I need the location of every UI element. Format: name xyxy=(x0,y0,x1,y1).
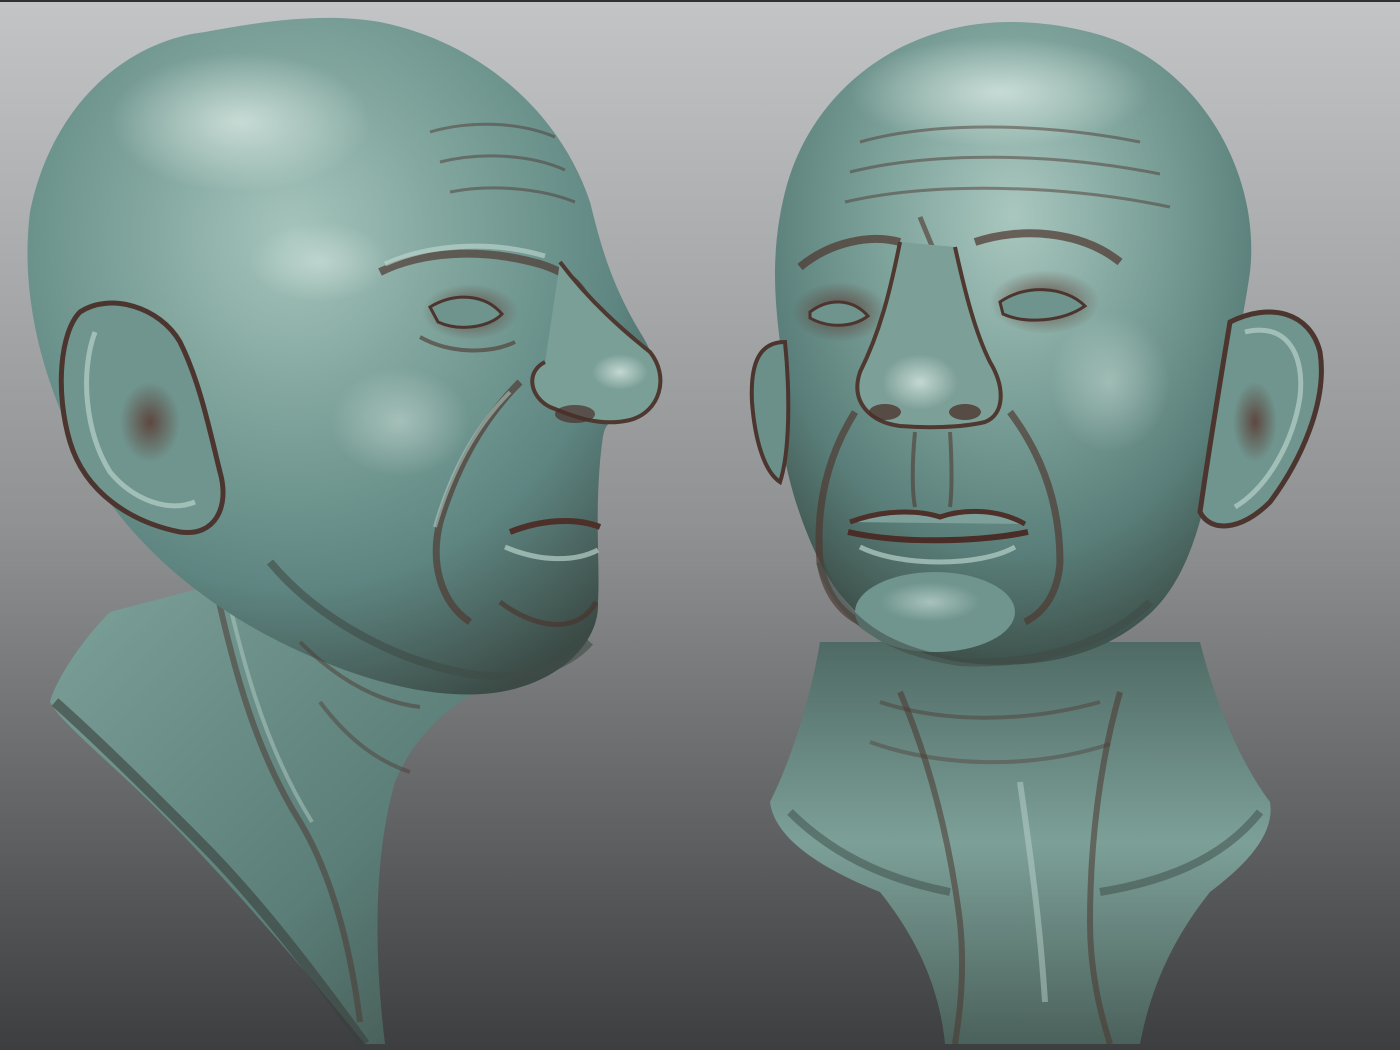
nostril xyxy=(555,405,595,423)
temple-highlight xyxy=(250,222,390,302)
nostril-left xyxy=(869,404,901,420)
cranium-highlight xyxy=(850,37,1150,147)
chin-highlight xyxy=(880,582,980,622)
cheek-highlight-right xyxy=(1050,312,1170,452)
render-canvas xyxy=(0,2,1400,1050)
nostril-right xyxy=(949,404,981,420)
nose-tip-highlight xyxy=(882,354,958,410)
ear-canal xyxy=(120,382,180,462)
cheek-highlight xyxy=(330,367,470,477)
render-viewport[interactable] xyxy=(0,0,1400,1050)
nose-highlight xyxy=(592,354,648,390)
cranium-highlight xyxy=(110,52,370,192)
ear-right-canal xyxy=(1233,382,1277,462)
